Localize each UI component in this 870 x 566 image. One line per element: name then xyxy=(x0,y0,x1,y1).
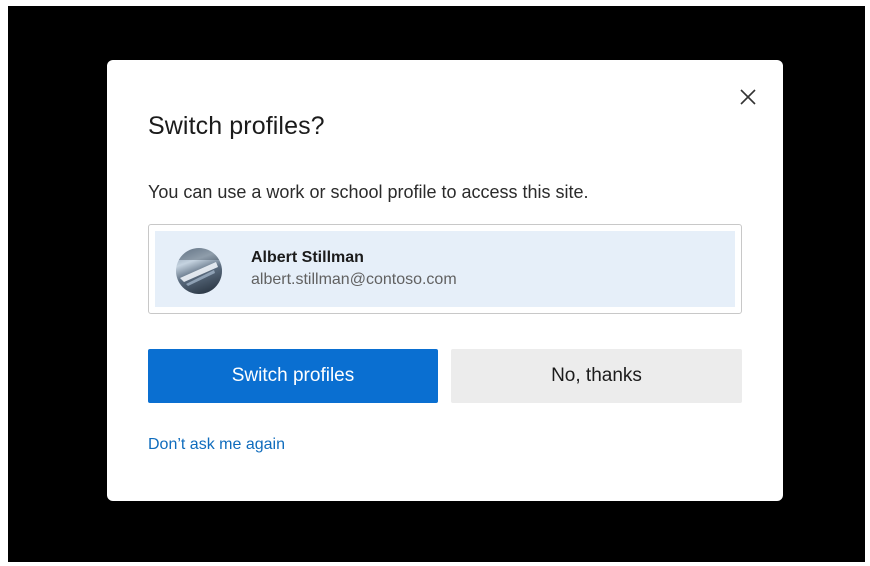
profile-option-selected-bg: Albert Stillman albert.stillman@contoso.… xyxy=(155,231,735,307)
dialog-title: Switch profiles? xyxy=(148,112,325,140)
no-thanks-button[interactable]: No, thanks xyxy=(451,349,742,403)
profile-option[interactable]: Albert Stillman albert.stillman@contoso.… xyxy=(148,224,742,314)
close-button[interactable] xyxy=(735,84,761,110)
avatar xyxy=(176,248,222,294)
profile-name: Albert Stillman xyxy=(251,249,364,266)
switch-profiles-dialog: Switch profiles? You can use a work or s… xyxy=(107,60,783,501)
dont-ask-again-link[interactable]: Don’t ask me again xyxy=(148,436,285,454)
close-icon xyxy=(740,89,756,105)
profile-email: albert.stillman@contoso.com xyxy=(251,271,457,288)
switch-profiles-button[interactable]: Switch profiles xyxy=(148,349,438,403)
dialog-message: You can use a work or school profile to … xyxy=(148,182,589,202)
